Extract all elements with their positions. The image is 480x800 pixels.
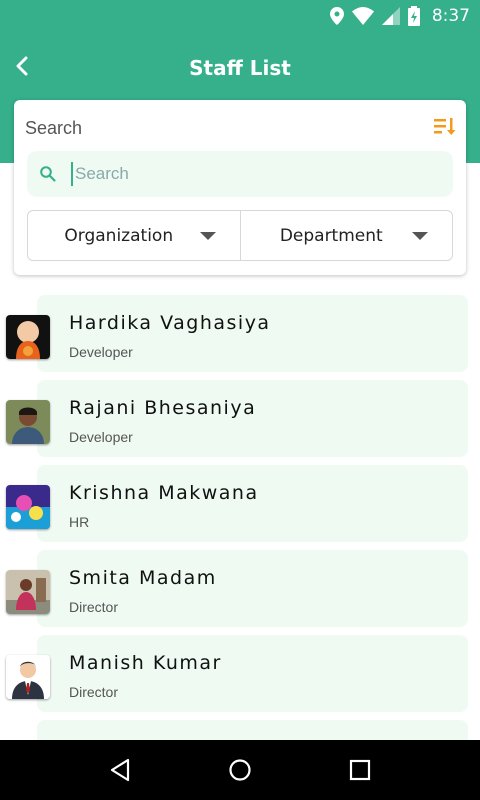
- staff-role: Developer: [69, 429, 133, 445]
- sort-icon: [434, 118, 456, 135]
- staff-row[interactable]: Rajani Bhesaniya Developer: [0, 380, 480, 457]
- system-nav-bar: [0, 740, 480, 800]
- avatar: [6, 400, 50, 444]
- staff-row[interactable]: Manish Kumar Director: [0, 635, 480, 712]
- avatar: [6, 655, 50, 699]
- nav-recents-button[interactable]: [340, 750, 380, 790]
- staff-name: Krishna Makwana: [69, 482, 259, 504]
- back-arrow-icon: [16, 56, 28, 76]
- avatar: [6, 315, 50, 359]
- department-dropdown[interactable]: Department: [239, 211, 453, 260]
- staff-row[interactable]: Krishna Makwana HR: [0, 465, 480, 542]
- dropdown-caret-icon: [199, 232, 216, 240]
- department-dropdown-label: Department: [279, 225, 383, 246]
- status-bar: 8:37: [0, 0, 480, 32]
- staff-role: Director: [69, 599, 119, 615]
- search-input[interactable]: [71, 162, 431, 186]
- staff-name: Hardika Vaghasiya: [69, 312, 271, 334]
- staff-row[interactable]: Hardika Vaghasiya Developer: [0, 295, 480, 372]
- wifi-icon: [351, 7, 374, 25]
- staff-role: HR: [69, 514, 90, 530]
- app-bar: Staff List: [0, 40, 480, 96]
- staff-name: Rajani Bhesaniya: [69, 397, 257, 419]
- status-time: 8:37: [431, 6, 470, 26]
- back-button[interactable]: [6, 46, 38, 86]
- page-title: Staff List: [189, 56, 291, 80]
- signal-icon: [381, 7, 400, 25]
- location-icon: [329, 7, 344, 25]
- nav-home-button[interactable]: [220, 750, 260, 790]
- staff-name: Manish Kumar: [69, 652, 222, 674]
- battery-icon: [407, 6, 420, 26]
- nav-back-button[interactable]: [100, 750, 140, 790]
- avatar: [6, 485, 50, 529]
- staff-role: Developer: [69, 344, 133, 360]
- nav-recents-icon: [349, 759, 371, 781]
- avatar: [6, 570, 50, 614]
- search-panel: Search Organization Department: [14, 100, 466, 275]
- staff-role: Director: [69, 684, 119, 700]
- search-icon: [40, 166, 56, 182]
- staff-name: Smita Madam: [69, 567, 217, 589]
- organization-dropdown[interactable]: Organization: [28, 211, 240, 260]
- nav-back-icon: [110, 758, 130, 782]
- staff-row[interactable]: Smita Madam Director: [0, 550, 480, 627]
- filter-bar: Organization Department: [27, 210, 453, 261]
- organization-dropdown-label: Organization: [64, 225, 174, 246]
- sort-button[interactable]: [433, 115, 457, 139]
- search-field[interactable]: [27, 151, 453, 197]
- search-panel-title: Search: [25, 118, 83, 138]
- dropdown-caret-icon: [412, 232, 428, 240]
- nav-home-icon: [229, 759, 251, 781]
